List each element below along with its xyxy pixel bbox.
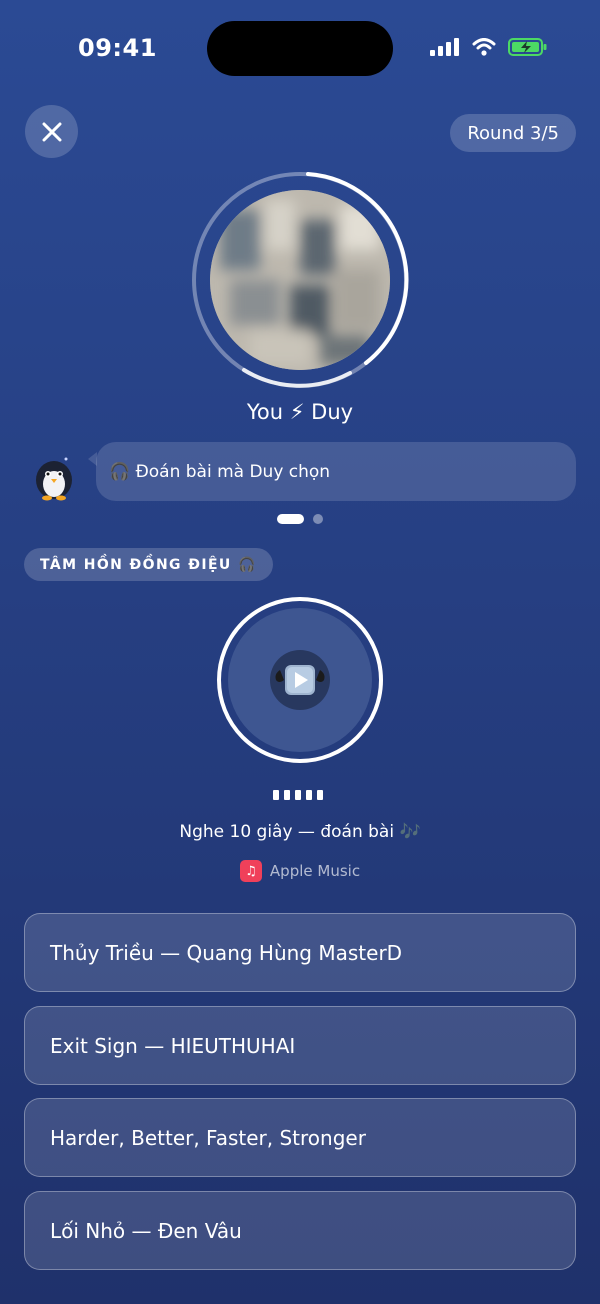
answer-label: Lối Nhỏ — Đen Vâu: [50, 1218, 242, 1243]
source-label: ♫ Apple Music: [0, 860, 600, 882]
page-dot[interactable]: [313, 514, 323, 524]
signal-icon: [430, 38, 459, 56]
category-badge: TÂM HỒN ĐỒNG ĐIỆU 🎧: [24, 548, 273, 581]
answer-label: Exit Sign — HIEUTHUHAI: [50, 1033, 296, 1058]
wifi-icon: [472, 38, 496, 56]
answer-option[interactable]: Exit Sign — HIEUTHUHAI: [24, 1006, 576, 1085]
answer-label: Harder, Better, Faster, Stronger: [50, 1125, 366, 1150]
answer-option[interactable]: Lối Nhỏ — Đen Vâu: [24, 1191, 576, 1270]
source-name: Apple Music: [269, 862, 361, 880]
dynamic-island: [207, 21, 393, 76]
answer-label: Thủy Triều — Quang Hùng MasterD: [50, 940, 403, 965]
close-button[interactable]: [25, 105, 78, 158]
apple-music-icon: ♫: [239, 860, 262, 882]
partner-avatar: [210, 190, 390, 370]
audio-level-bars: [273, 790, 323, 800]
match-title: You ⚡ Duy: [246, 400, 354, 424]
battery-icon: [508, 38, 547, 56]
page-dot-active[interactable]: [277, 514, 304, 524]
status-time: 09:41: [78, 34, 157, 62]
answer-option[interactable]: Thủy Triều — Quang Hùng MasterD: [24, 913, 576, 992]
close-icon: [42, 122, 61, 141]
round-indicator: Round 3/5: [450, 114, 576, 152]
status-icons: [430, 37, 548, 57]
hint-bubble: 🎧 Đoán bài mà Duy chọn: [96, 442, 576, 501]
penguin-mascot-icon: [30, 453, 78, 501]
play-button[interactable]: [216, 596, 384, 764]
hint-text: 🎧 Đoán bài mà Duy chọn: [109, 461, 331, 482]
instruction-text: Nghe 10 giây — đoán bài 🎶: [179, 822, 421, 842]
answer-option[interactable]: Harder, Better, Faster, Stronger: [24, 1098, 576, 1177]
